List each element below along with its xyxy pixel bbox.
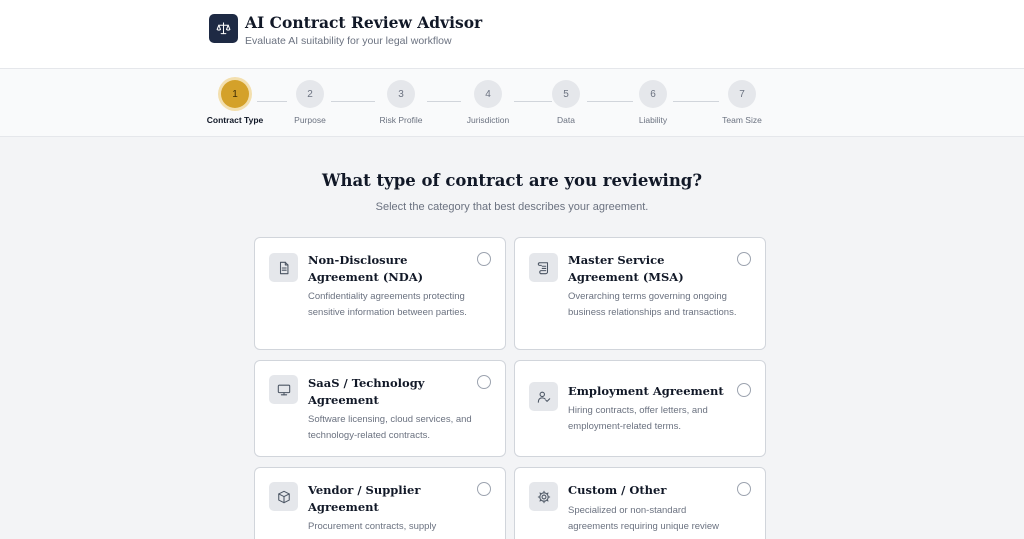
scroll-icon	[537, 261, 548, 274]
step-risk-profile[interactable]: 3 Risk Profile	[361, 80, 441, 125]
option-description: Overarching terms governing ongoing busi…	[568, 291, 737, 318]
step-number: 7	[728, 80, 756, 108]
step-number: 3	[387, 80, 415, 108]
step-data[interactable]: 5 Data	[526, 80, 606, 125]
option-title: Master Service Agreement (MSA)	[568, 253, 684, 284]
question-subtitle: Select the category that best describes …	[375, 201, 649, 213]
option-title: Vendor / Supplier Agreement	[308, 483, 421, 514]
step-number: 6	[639, 80, 667, 108]
card-icon-box	[529, 382, 558, 411]
card-icon-box	[269, 375, 298, 404]
step-contract-type[interactable]: 1 Contract Type	[195, 80, 275, 125]
app-logo	[209, 14, 238, 43]
option-title: Non-Disclosure Agreement (NDA)	[308, 253, 424, 284]
option-radio[interactable]	[737, 252, 751, 266]
package-icon	[277, 490, 290, 503]
user-check-icon	[537, 391, 550, 403]
step-number: 4	[474, 80, 502, 108]
option-title: Employment Agreement	[568, 384, 724, 398]
option-radio[interactable]	[477, 252, 491, 266]
app-header: AI Contract Review Advisor Evaluate AI s…	[0, 0, 1024, 69]
option-radio[interactable]	[477, 375, 491, 389]
step-purpose[interactable]: 2 Purpose	[270, 80, 350, 125]
card-icon-box	[529, 253, 558, 282]
app-title: AI Contract Review Advisor	[245, 13, 483, 32]
step-liability[interactable]: 6 Liability	[613, 80, 693, 125]
option-description: Specialized or non-standard agreements r…	[568, 505, 720, 532]
step-label: Data	[557, 115, 575, 125]
app-subtitle: Evaluate AI suitability for your legal w…	[245, 35, 452, 47]
step-label: Purpose	[294, 115, 326, 125]
step-jurisdiction[interactable]: 4 Jurisdiction	[448, 80, 528, 125]
step-label: Liability	[638, 115, 668, 125]
option-description: Software licensing, cloud services, and …	[308, 414, 472, 441]
option-card-saas[interactable]: SaaS / Technology Agreement Software lic…	[254, 360, 506, 457]
option-card-custom[interactable]: Custom / Other Specialized or non-standa…	[514, 467, 766, 539]
step-label: Jurisdiction	[466, 115, 510, 125]
card-icon-box	[529, 482, 558, 511]
step-label: Risk Profile	[379, 115, 423, 125]
card-icon-box	[269, 253, 298, 282]
option-title: SaaS / Technology Agreement	[308, 376, 425, 407]
step-label: Contract Type	[206, 115, 264, 125]
option-radio[interactable]	[737, 482, 751, 496]
step-team-size[interactable]: 7 Team Size	[702, 80, 782, 125]
question-title: What type of contract are you reviewing?	[321, 171, 703, 190]
option-card-msa[interactable]: Master Service Agreement (MSA) Overarchi…	[514, 237, 766, 350]
option-title: Custom / Other	[568, 483, 667, 497]
option-description: Hiring contracts, offer letters, and emp…	[568, 405, 708, 432]
document-icon	[279, 261, 288, 274]
option-description: Procurement contracts, supply	[308, 521, 437, 532]
step-label: Team Size	[722, 115, 762, 125]
progress-stepper: 1 Contract Type 2 Purpose 3 Risk Profile…	[0, 69, 1024, 137]
gear-icon	[537, 490, 550, 503]
step-number: 1	[221, 80, 249, 108]
step-number: 2	[296, 80, 324, 108]
option-card-employment[interactable]: Employment Agreement Hiring contracts, o…	[514, 360, 766, 457]
option-radio[interactable]	[477, 482, 491, 496]
card-icon-box	[269, 482, 298, 511]
option-card-vendor[interactable]: Vendor / Supplier Agreement Procurement …	[254, 467, 506, 539]
option-card-nda[interactable]: Non-Disclosure Agreement (NDA) Confident…	[254, 237, 506, 350]
scale-icon	[216, 22, 231, 35]
option-description: Confidentiality agreements protecting se…	[308, 291, 467, 318]
monitor-icon	[277, 384, 290, 395]
option-radio[interactable]	[737, 383, 751, 397]
step-number: 5	[552, 80, 580, 108]
